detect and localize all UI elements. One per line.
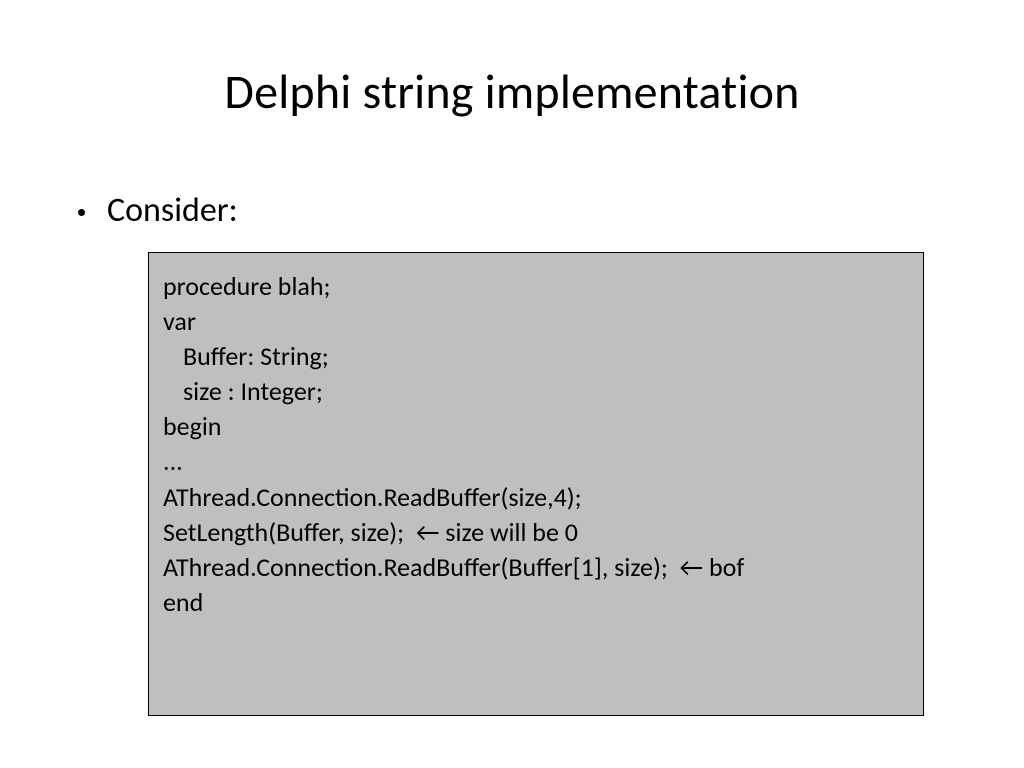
bullet-item: Consider:	[78, 190, 238, 231]
code-line: size : Integer;	[163, 374, 909, 409]
code-line: AThread.Connection.ReadBuffer(size,4);	[163, 480, 909, 515]
code-line: begin	[163, 409, 909, 444]
bullet-text: Consider:	[107, 190, 238, 231]
code-line: end	[163, 585, 909, 620]
code-box: procedure blah; var Buffer: String; size…	[148, 252, 924, 716]
code-line: SetLength(Buffer, size); ← size will be …	[163, 515, 909, 550]
code-line: procedure blah;	[163, 269, 909, 304]
bullet-icon	[78, 209, 85, 216]
slide: Delphi string implementation Consider: p…	[0, 0, 1024, 768]
code-line: ...	[163, 444, 909, 479]
code-line: AThread.Connection.ReadBuffer(Buffer[1],…	[163, 550, 909, 585]
code-line: Buffer: String;	[163, 339, 909, 374]
slide-title: Delphi string implementation	[0, 62, 1024, 121]
code-line: var	[163, 304, 909, 339]
